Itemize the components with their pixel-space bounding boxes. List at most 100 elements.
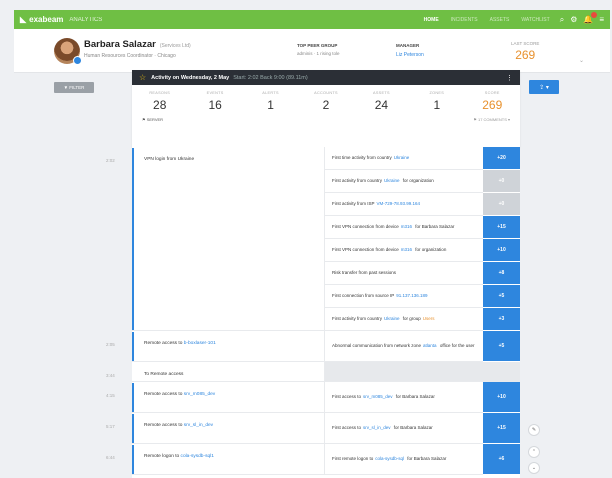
risk-reason[interactable]: First connection from source IP 91.137.13… bbox=[325, 285, 483, 308]
share-button[interactable]: ⇪ ▾ bbox=[529, 80, 559, 94]
risk-reason[interactable]: First VPN connection from device m316 for… bbox=[325, 239, 483, 262]
risk-reason[interactable]: First access to srv_m085_dev for Barbara … bbox=[325, 382, 483, 413]
stat-events: EVENTS 16 bbox=[187, 91, 242, 112]
event-time: 2:02 bbox=[106, 158, 115, 163]
risk-score-badge: +0 bbox=[483, 170, 520, 193]
stat-label: EVENTS bbox=[206, 91, 224, 95]
manager-link[interactable]: Liz Peterson bbox=[396, 52, 424, 58]
timeline-row[interactable]: VPN login from Ukraine First time activit… bbox=[132, 147, 520, 331]
stat-value: 28 bbox=[153, 98, 167, 112]
risk-reasons: First access to srv_m085_dev for Barbara … bbox=[324, 382, 520, 413]
reason-link[interactable]: m316 bbox=[401, 247, 412, 252]
risk-score-badge: +5 bbox=[483, 285, 520, 308]
nav-watchlist[interactable]: WATCHLIST bbox=[521, 17, 549, 23]
stat-score: SCORE 269 bbox=[465, 91, 520, 112]
reason-link[interactable]: srv_m085_dev bbox=[363, 394, 393, 399]
activity-stats: REASONS 28 EVENTS 16 ALERTS 1 ACCOUNTS 2 ASSETS 2… bbox=[132, 85, 520, 112]
event-description: Remote access to b-boxlaser-101 bbox=[144, 341, 216, 346]
event-asset-link[interactable]: b-boxlaser-101 bbox=[184, 341, 216, 346]
event-asset-link[interactable]: srv_m085_dev bbox=[184, 392, 215, 397]
activity-title: Activity on Wednesday, 2 May bbox=[151, 74, 230, 81]
search-icon[interactable]: ⌕ bbox=[560, 15, 564, 25]
risk-reason[interactable]: Risk transfer from past sessions bbox=[325, 262, 483, 285]
timeline-row[interactable]: To Remote access bbox=[132, 362, 520, 382]
risk-score-badge: +6 bbox=[483, 444, 520, 475]
brand-name: exabeam bbox=[29, 15, 64, 24]
risk-score-badge: +10 bbox=[483, 382, 520, 413]
stat-value: 1 bbox=[267, 98, 274, 112]
manager: MANAGER Liz Peterson bbox=[396, 43, 424, 58]
reason-link[interactable]: Ukraine bbox=[394, 155, 410, 160]
user-header: Barbara Salazar (Services Ltd) Human Reso… bbox=[14, 29, 610, 73]
nav-assets[interactable]: ASSETS bbox=[490, 17, 510, 23]
risk-reason[interactable]: First time activity from country Ukraine bbox=[325, 147, 483, 170]
notifications-icon[interactable]: 🔔 bbox=[583, 12, 598, 24]
server-tag[interactable]: ⚑ SERVER bbox=[142, 117, 163, 122]
risk-score-badge: +10 bbox=[483, 239, 520, 262]
menu-icon[interactable]: ≡ bbox=[599, 15, 604, 24]
nav-incidents[interactable]: INCIDENTS bbox=[451, 17, 478, 23]
more-options-icon[interactable]: ⋮ bbox=[506, 74, 513, 82]
scroll-down-icon[interactable]: ⌄ bbox=[528, 462, 540, 474]
activity-header: ☆ Activity on Wednesday, 2 May Start: 2:… bbox=[132, 70, 520, 85]
reason-link[interactable]: Ukraine bbox=[384, 178, 400, 183]
stat-value: 16 bbox=[208, 98, 222, 112]
reason-link[interactable]: m316 bbox=[401, 224, 412, 229]
comment-icon[interactable]: ✎ bbox=[528, 424, 540, 436]
stat-value: 24 bbox=[374, 98, 389, 112]
activity-summary-panel: ☆ Activity on Wednesday, 2 May Start: 2:… bbox=[132, 70, 520, 147]
risk-reason[interactable]: First activity from country Ukraine for g… bbox=[325, 308, 483, 331]
user-location: Chicago bbox=[157, 53, 176, 59]
reason-group-link[interactable]: Users bbox=[423, 316, 435, 321]
scroll-up-icon[interactable]: ⌃ bbox=[528, 446, 540, 458]
event-text: VPN login from Ukraine bbox=[144, 157, 195, 162]
event-description: VPN login from Ukraine bbox=[144, 157, 194, 162]
peer-group: TOP PEER GROUP adminis · 1 rising tole bbox=[297, 43, 340, 56]
event-description: To Remote access bbox=[144, 372, 183, 377]
event-time: 2:05 bbox=[106, 342, 115, 347]
stat-value: 1 bbox=[433, 98, 441, 112]
event-time: 4:15 bbox=[106, 393, 115, 398]
notification-dot bbox=[591, 12, 598, 18]
stat-label: ALERTS bbox=[262, 91, 279, 95]
reason-link[interactable]: srv_sl_in_dev bbox=[363, 425, 391, 430]
peer-group-value[interactable]: adminis · 1 rising tole bbox=[297, 51, 340, 56]
comments-toggle[interactable]: ⚑ 17 COMMENTS ▾ bbox=[473, 117, 510, 122]
event-time: 3:44 bbox=[106, 373, 115, 378]
timeline-row[interactable]: Remote access to b-boxlaser-101 Abnormal … bbox=[132, 331, 520, 362]
timeline-row[interactable]: Remote logon to cola-sysdb-sql1 First rem… bbox=[132, 444, 520, 475]
risk-reason[interactable]: First activity from ISP VM-729-78.93.99.1… bbox=[325, 193, 483, 216]
filter-button[interactable]: ▼ FILTER bbox=[54, 82, 94, 93]
stat-alerts: ALERTS 1 bbox=[243, 91, 298, 112]
event-asset-link[interactable]: srv_sl_in_dev bbox=[184, 423, 213, 428]
chevron-down-icon[interactable]: ⌄ bbox=[579, 57, 584, 64]
reason-link[interactable]: cola-sysdb-sql bbox=[375, 456, 404, 461]
user-name-note: (Services Ltd) bbox=[159, 43, 191, 49]
reason-link[interactable]: 91.137.136.189 bbox=[396, 293, 427, 298]
risk-reason[interactable]: First activity from country Ukraine for o… bbox=[325, 170, 483, 193]
nav-home[interactable]: HOME bbox=[424, 17, 439, 23]
event-text: Remote access to bbox=[144, 423, 184, 428]
reason-link[interactable]: VM-729-78.93.99.164 bbox=[377, 201, 421, 206]
risk-reasons: Abnormal communication from network zone… bbox=[324, 331, 520, 362]
risk-score-badge: +20 bbox=[483, 147, 520, 170]
risk-reason[interactable]: First VPN connection from device m316 for… bbox=[325, 216, 483, 239]
timeline-row[interactable]: Remote access to srv_m085_dev First acces… bbox=[132, 382, 520, 413]
stat-zones: ZONES 1 bbox=[409, 91, 464, 112]
timeline-rail bbox=[132, 148, 134, 330]
star-icon[interactable]: ☆ bbox=[139, 73, 146, 82]
risk-reason[interactable]: Abnormal communication from network zone… bbox=[325, 331, 483, 362]
gear-icon[interactable]: ⚙ bbox=[570, 15, 577, 24]
timeline-row[interactable]: Remote access to srv_sl_in_dev First acce… bbox=[132, 413, 520, 444]
event-time: 5:17 bbox=[106, 424, 115, 429]
brand-logo[interactable]: ◣ exabeam ANALYTICS bbox=[20, 15, 102, 24]
activity-subtitle: Start: 2:02 Back 9:00 (89.11m) bbox=[233, 74, 308, 81]
event-asset-link[interactable]: cola-sysdb-sql1 bbox=[181, 454, 214, 459]
risk-reason[interactable]: First access to srv_sl_in_dev for Barbara… bbox=[325, 413, 483, 444]
risk-reason[interactable]: First remote logon to cola-sysdb-sql for … bbox=[325, 444, 483, 475]
reason-link[interactable]: atlanta bbox=[423, 343, 437, 348]
event-text: Remote access to bbox=[144, 392, 184, 397]
reason-link[interactable]: Ukraine bbox=[384, 316, 400, 321]
user-role-line: Human Resources Coordinator · Chicago bbox=[84, 53, 176, 59]
stat-accounts: ACCOUNTS 2 bbox=[298, 91, 353, 112]
